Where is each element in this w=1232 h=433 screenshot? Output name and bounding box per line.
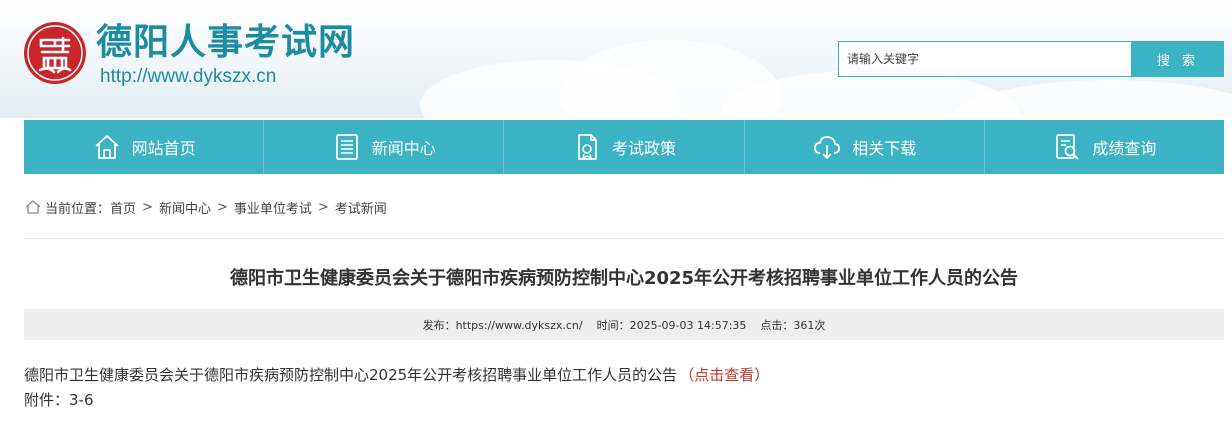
- article-body: 德阳市卫生健康委员会关于德阳市疾病预防控制中心2025年公开考核招聘事业单位工作…: [24, 364, 769, 385]
- meta-publisher: 发布：https://www.dykszx.cn/: [422, 318, 583, 332]
- news-icon: [335, 134, 358, 160]
- nav-item-label: 相关下载: [852, 139, 917, 158]
- policy-document-icon: [578, 134, 597, 160]
- nav-item-news[interactable]: 新闻中心: [263, 120, 503, 174]
- breadcrumb-separator: >: [317, 199, 329, 215]
- breadcrumb-prefix: 当前位置：: [45, 201, 111, 217]
- site-url[interactable]: http://www.dykszx.cn: [100, 66, 276, 88]
- nav-item-download[interactable]: 相关下载: [743, 120, 984, 174]
- meta-time: 时间：2025-09-03 14:57:35: [596, 318, 747, 332]
- search-input[interactable]: [838, 41, 1132, 77]
- seal-logo-icon[interactable]: [24, 22, 86, 84]
- breadcrumb-separator: >: [142, 199, 153, 215]
- cloud-download-icon: [814, 136, 841, 159]
- nav-item-label: 新闻中心: [371, 139, 436, 158]
- meta-hits: 点击：361次: [760, 318, 826, 332]
- breadcrumb-item-public-institution-exam[interactable]: 事业单位考试: [234, 198, 312, 217]
- nav-item-label: 考试政策: [612, 139, 677, 158]
- breadcrumb-item-news[interactable]: 新闻中心: [159, 198, 211, 217]
- article-meta: 发布：https://www.dykszx.cn/ 时间：2025-09-03 …: [24, 309, 1224, 340]
- nav-item-label: 成绩查询: [1092, 139, 1157, 158]
- breadcrumb: 当前位置： 首页 > 新闻中心 > 事业单位考试 > 考试新闻: [24, 196, 387, 218]
- search-button[interactable]: 搜 索: [1132, 41, 1224, 77]
- view-announcement-link[interactable]: （点击查看）: [679, 366, 769, 384]
- main-nav: 网站首页 新闻中心 考试政策 相关下载 成绩查询: [24, 120, 1224, 174]
- home-icon: [25, 200, 41, 214]
- breadcrumb-item-exam-news[interactable]: 考试新闻: [335, 198, 387, 217]
- nav-item-home[interactable]: 网站首页: [24, 120, 263, 174]
- divider: [24, 238, 1224, 239]
- score-search-icon: [1056, 134, 1080, 160]
- home-icon: [94, 135, 119, 159]
- breadcrumb-item-home[interactable]: 首页: [110, 198, 136, 217]
- article-body-text: 德阳市卫生健康委员会关于德阳市疾病预防控制中心2025年公开考核招聘事业单位工作…: [24, 366, 678, 384]
- nav-item-score-query[interactable]: 成绩查询: [983, 120, 1224, 174]
- article-title: 德阳市卫生健康委员会关于德阳市疾病预防控制中心2025年公开考核招聘事业单位工作…: [229, 268, 1019, 289]
- article-attachment: 附件：3-6: [24, 391, 94, 409]
- nav-item-label: 网站首页: [131, 139, 196, 158]
- nav-item-policy[interactable]: 考试政策: [503, 120, 743, 174]
- breadcrumb-separator: >: [216, 199, 228, 215]
- site-header: 德阳人事考试网 http://www.dykszx.cn 搜 索: [0, 0, 1232, 118]
- site-title[interactable]: 德阳人事考试网: [96, 22, 355, 62]
- search-bar: 搜 索: [838, 41, 1224, 77]
